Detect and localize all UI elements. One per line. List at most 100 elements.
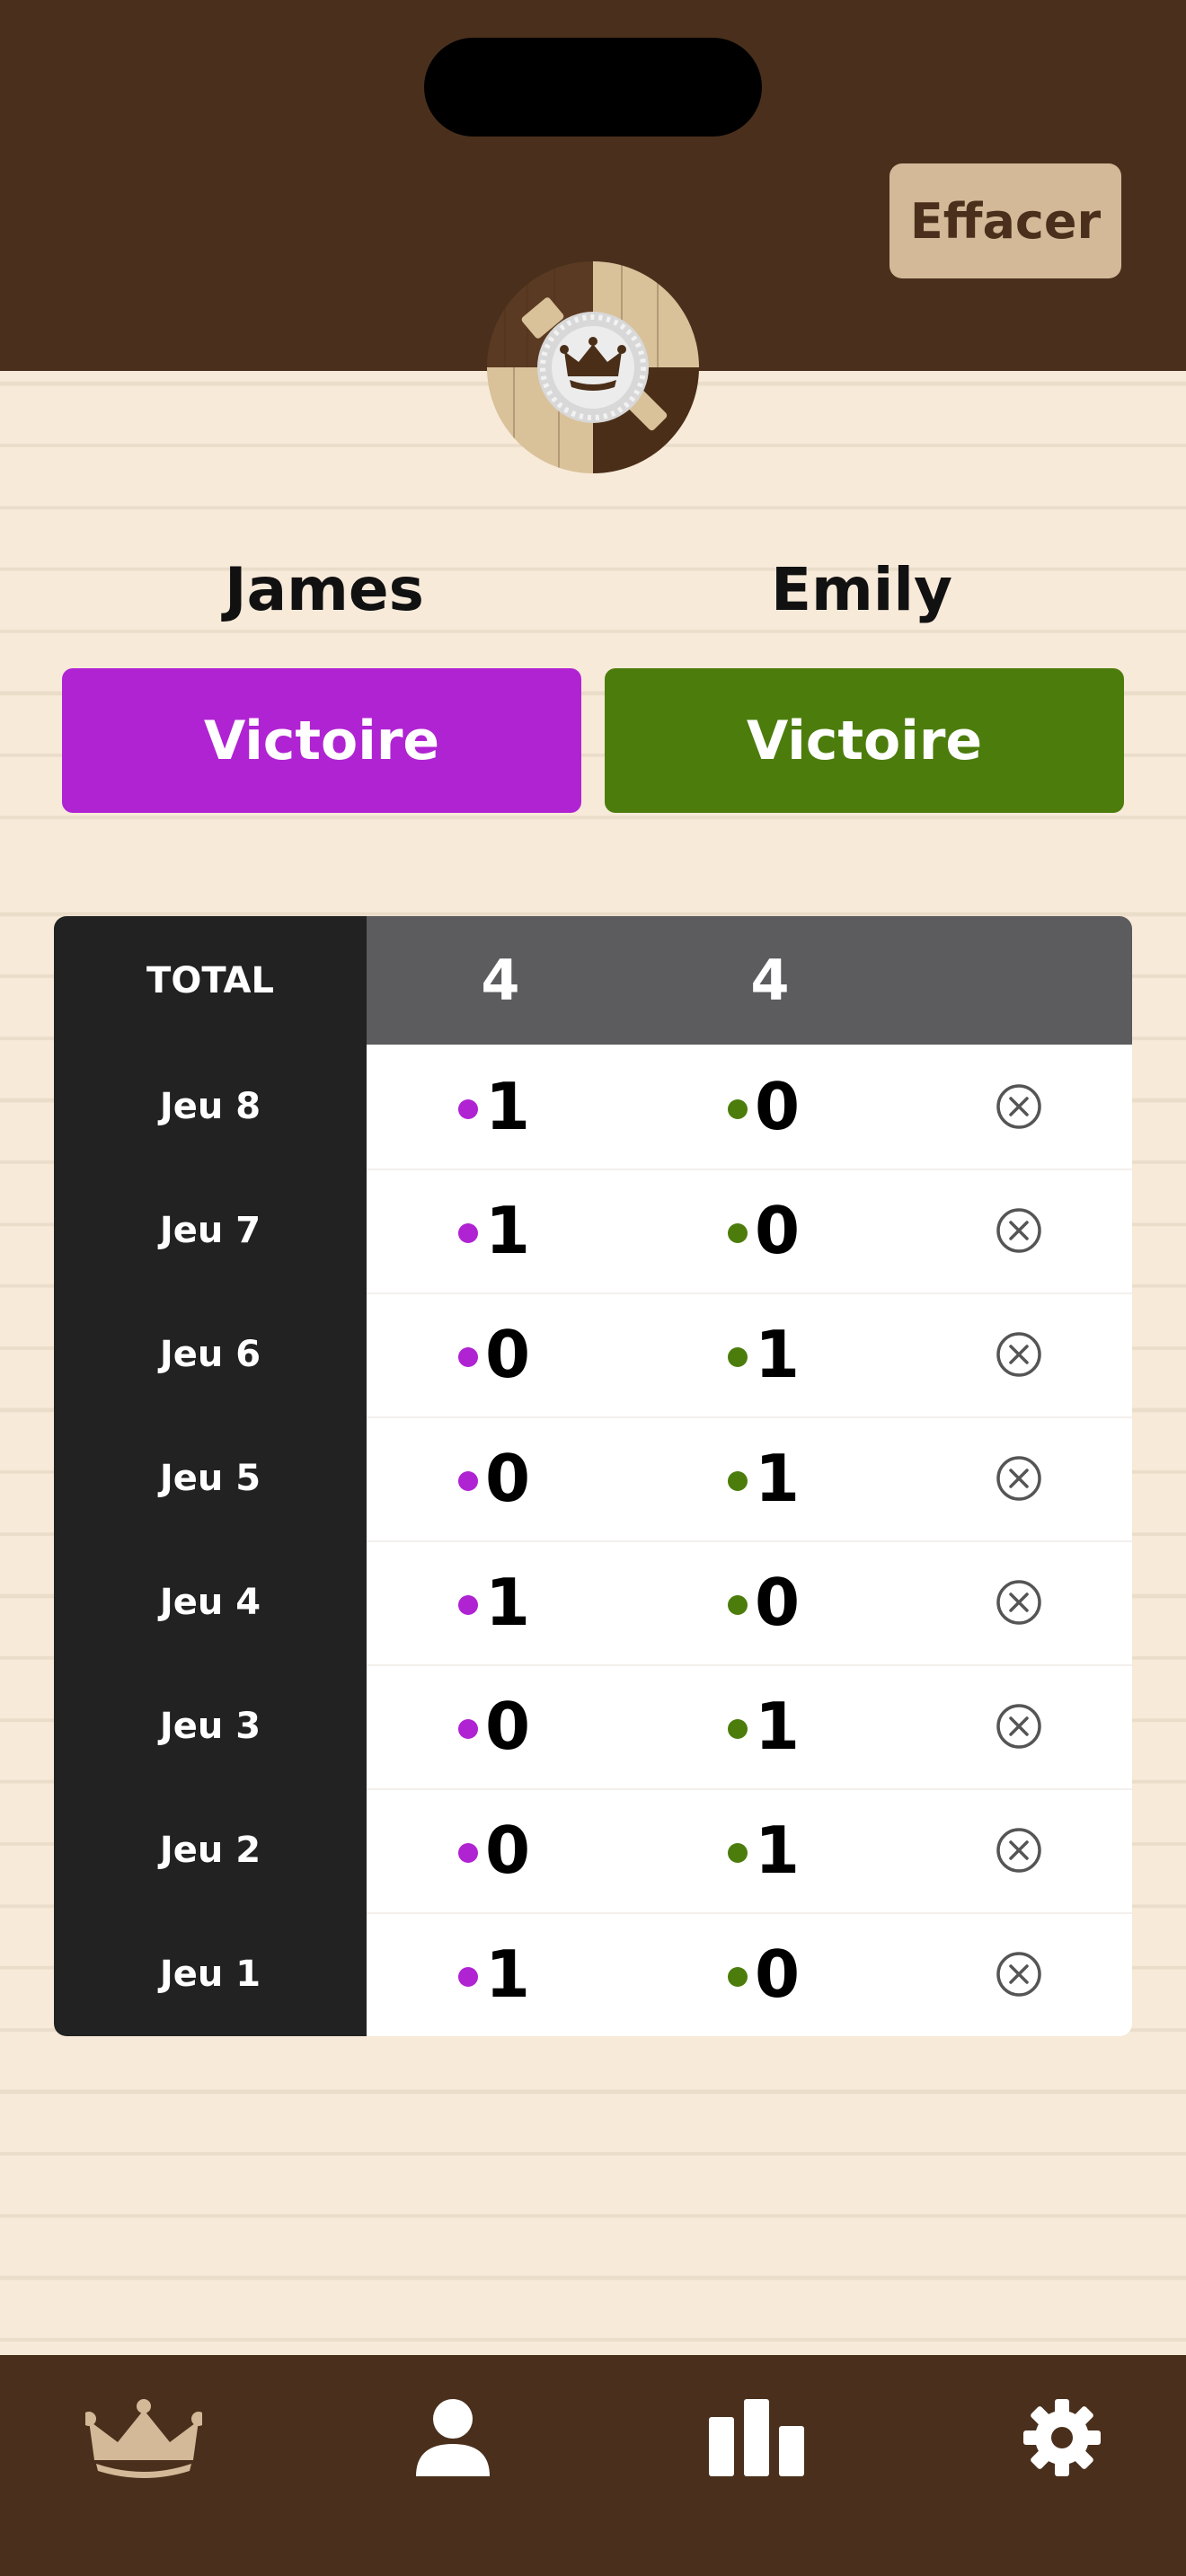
game-label: Jeu 3 <box>159 1706 261 1747</box>
score-value: 0 <box>485 1689 531 1764</box>
circle-x-icon <box>996 1704 1041 1749</box>
score-cell-player-2: 1 <box>728 1416 800 1540</box>
score-value: 0 <box>485 1317 531 1392</box>
score-value: 1 <box>485 1936 531 2012</box>
victory-button-player-2[interactable]: Victoire <box>605 668 1124 813</box>
total-score-player-2: 4 <box>750 948 790 1013</box>
delete-game-button[interactable] <box>996 1951 1042 1998</box>
circle-x-icon <box>996 1580 1041 1625</box>
delete-game-button[interactable] <box>996 1083 1042 1130</box>
tab-bar <box>0 2355 1186 2576</box>
game-label: Jeu 5 <box>159 1458 261 1499</box>
player-color-dot <box>458 1471 478 1491</box>
score-table: TOTAL 4 4 Jeu 8 1 0 Jeu 7 1 0 Jeu 6 0 1 Jeu 5 0 1 Je… <box>54 916 1132 2036</box>
table-row: Jeu 7 1 0 <box>54 1169 1132 1292</box>
player-color-dot <box>458 1843 478 1863</box>
person-icon <box>416 2399 490 2476</box>
player-color-dot <box>728 1347 748 1367</box>
score-cell-player-1: 1 <box>458 1912 530 2036</box>
total-label: TOTAL <box>146 959 274 1001</box>
crown-badge-logo <box>487 261 699 473</box>
player-color-dot <box>728 1099 748 1119</box>
score-value: 1 <box>755 1813 801 1888</box>
victory-button-player-1[interactable]: Victoire <box>62 668 581 813</box>
score-cell-player-2: 0 <box>728 1540 800 1664</box>
player-color-dot <box>458 1347 478 1367</box>
total-row: TOTAL 4 4 <box>54 916 1132 1045</box>
score-cell-player-2: 1 <box>728 1664 800 1788</box>
player-color-dot <box>728 1595 748 1615</box>
circle-x-icon <box>996 1208 1041 1253</box>
table-row: Jeu 6 0 1 <box>54 1292 1132 1416</box>
score-value: 0 <box>485 1441 531 1516</box>
score-value: 1 <box>755 1441 801 1516</box>
bar-chart-icon <box>709 2399 804 2476</box>
player-color-dot <box>458 1719 478 1739</box>
total-score-player-1: 4 <box>481 948 520 1013</box>
player-color-dot <box>728 1471 748 1491</box>
gear-icon <box>1023 2399 1101 2476</box>
circle-x-icon <box>996 1084 1041 1129</box>
player-name-1: James <box>225 555 424 624</box>
crown-icon <box>85 2399 202 2478</box>
game-label: Jeu 2 <box>159 1830 261 1871</box>
score-cell-player-1: 0 <box>458 1292 530 1416</box>
delete-game-button[interactable] <box>996 1207 1042 1254</box>
table-row: Jeu 4 1 0 <box>54 1540 1132 1664</box>
delete-game-button[interactable] <box>996 1703 1042 1750</box>
score-cell-player-1: 1 <box>458 1540 530 1664</box>
table-row: Jeu 2 0 1 <box>54 1788 1132 1912</box>
score-cell-player-1: 0 <box>458 1788 530 1912</box>
score-cell-player-2: 0 <box>728 1045 800 1169</box>
score-value: 0 <box>755 1069 801 1144</box>
player-color-dot <box>728 1843 748 1863</box>
table-row: Jeu 5 0 1 <box>54 1416 1132 1540</box>
score-cell-player-1: 1 <box>458 1169 530 1292</box>
table-row: Jeu 1 1 0 <box>54 1912 1132 2036</box>
player-name-2: Emily <box>770 555 953 624</box>
player-color-dot <box>728 1719 748 1739</box>
score-cell-player-1: 1 <box>458 1045 530 1169</box>
score-value: 1 <box>485 1069 531 1144</box>
circle-x-icon <box>996 1456 1041 1501</box>
score-cell-player-1: 0 <box>458 1664 530 1788</box>
table-row: Jeu 3 0 1 <box>54 1664 1132 1788</box>
delete-game-button[interactable] <box>996 1827 1042 1874</box>
score-cell-player-1: 0 <box>458 1416 530 1540</box>
score-cell-player-2: 1 <box>728 1292 800 1416</box>
delete-game-button[interactable] <box>996 1455 1042 1502</box>
score-value: 1 <box>485 1193 531 1268</box>
score-value: 0 <box>755 1193 801 1268</box>
circle-x-icon <box>996 1828 1041 1873</box>
score-cell-player-2: 0 <box>728 1912 800 2036</box>
game-label: Jeu 6 <box>159 1334 261 1375</box>
delete-game-button[interactable] <box>996 1331 1042 1378</box>
player-color-dot <box>458 1967 478 1987</box>
tab-scores[interactable] <box>81 2375 207 2501</box>
tab-stats[interactable] <box>694 2375 819 2501</box>
player-color-dot <box>728 1223 748 1243</box>
dynamic-island <box>424 38 762 137</box>
score-cell-player-2: 1 <box>728 1788 800 1912</box>
score-value: 1 <box>755 1689 801 1764</box>
circle-x-icon <box>996 1952 1041 1997</box>
score-value: 1 <box>485 1565 531 1640</box>
game-label: Jeu 7 <box>159 1210 261 1251</box>
score-value: 0 <box>755 1936 801 2012</box>
delete-game-button[interactable] <box>996 1579 1042 1626</box>
game-label: Jeu 4 <box>159 1582 261 1623</box>
score-cell-player-2: 0 <box>728 1169 800 1292</box>
player-color-dot <box>458 1099 478 1119</box>
clear-button[interactable]: Effacer <box>890 163 1121 278</box>
tab-settings[interactable] <box>999 2375 1125 2501</box>
circle-x-icon <box>996 1332 1041 1377</box>
score-value: 1 <box>755 1317 801 1392</box>
tab-players[interactable] <box>390 2375 516 2501</box>
game-label: Jeu 1 <box>159 1954 261 1995</box>
player-color-dot <box>728 1967 748 1987</box>
player-color-dot <box>458 1223 478 1243</box>
game-label: Jeu 8 <box>159 1086 261 1127</box>
player-color-dot <box>458 1595 478 1615</box>
score-value: 0 <box>755 1565 801 1640</box>
table-row: Jeu 8 1 0 <box>54 1045 1132 1169</box>
